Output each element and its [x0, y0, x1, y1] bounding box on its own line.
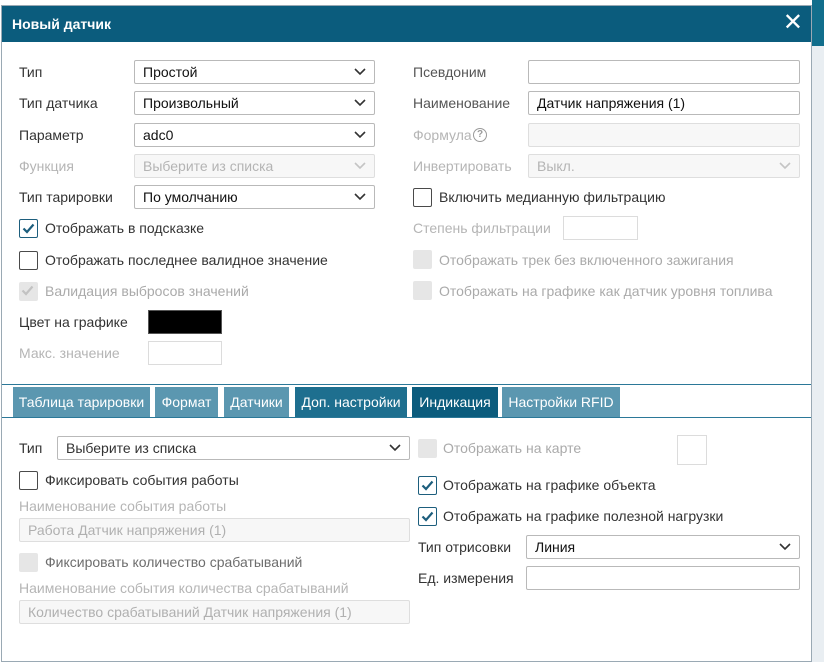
max-value-label: Макс. значение — [19, 345, 120, 361]
chevron-down-icon — [779, 162, 791, 170]
graph-color-label: Цвет на графике — [19, 314, 128, 330]
unit-input[interactable] — [526, 566, 800, 590]
tab-calibration-table[interactable]: Таблица тарировки — [13, 387, 150, 418]
trigger-event-name-value: Количество срабатываний Датчик напряжени… — [28, 604, 352, 620]
sensor-type-value: Произвольный — [143, 95, 239, 111]
name-label: Наименование — [413, 95, 511, 111]
fix-work-events-checkbox[interactable] — [19, 471, 38, 490]
type-value: Простой — [143, 64, 198, 80]
name-value: Датчик напряжения (1) — [537, 95, 686, 111]
checkmark-icon — [421, 511, 434, 522]
alias-label: Псевдоним — [413, 64, 487, 80]
calibration-type-value: По умолчанию — [143, 189, 238, 205]
show-on-payload-graph-checkbox[interactable] — [418, 507, 437, 526]
name-input[interactable]: Датчик напряжения (1) — [528, 91, 800, 115]
median-filter-checkbox[interactable] — [413, 188, 432, 207]
background-panel — [812, 0, 824, 662]
panel-type-select[interactable]: Выберите из списка — [57, 436, 410, 460]
sensor-type-label: Тип датчика — [19, 95, 98, 111]
alias-input[interactable] — [528, 60, 800, 84]
panel-type-label: Тип — [19, 440, 43, 456]
show-in-tooltip-label: Отображать в подсказке — [45, 220, 205, 236]
show-in-tooltip-checkbox[interactable] — [19, 219, 38, 238]
function-label: Функция — [19, 158, 74, 174]
draw-type-select[interactable]: Линия — [526, 535, 800, 559]
parameter-value: adc0 — [143, 127, 174, 143]
sensor-type-select[interactable]: Произвольный — [134, 91, 375, 115]
fuel-graph-checkbox[interactable] — [413, 281, 432, 300]
show-on-map-checkbox[interactable] — [418, 439, 437, 458]
question-icon[interactable]: ? — [473, 128, 487, 142]
type-label: Тип — [19, 64, 43, 80]
max-value-input[interactable] — [148, 341, 222, 365]
calibration-type-label: Тип тарировки — [19, 189, 113, 205]
work-event-name-label: Наименование события работы — [19, 498, 227, 514]
show-on-object-graph-label: Отображать на графике объекта — [443, 477, 656, 493]
type-select[interactable]: Простой — [134, 60, 375, 84]
chevron-down-icon — [389, 444, 401, 452]
trigger-event-name-input[interactable]: Количество срабатываний Датчик напряжени… — [19, 600, 410, 624]
formula-label: Формула — [413, 127, 472, 143]
tab-extra-settings[interactable]: Доп. настройки — [295, 387, 407, 418]
draw-type-value: Линия — [535, 539, 576, 555]
tab-indication[interactable]: Индикация — [412, 387, 498, 418]
chevron-down-icon — [779, 543, 791, 551]
invert-value: Выкл. — [537, 158, 575, 174]
calibration-type-select[interactable]: По умолчанию — [134, 185, 375, 209]
function-select[interactable]: Выберите из списка — [134, 154, 375, 178]
draw-type-label: Тип отрисовки — [418, 539, 512, 555]
panel-type-value: Выберите из списка — [66, 440, 197, 456]
dialog-title: Новый датчик — [12, 16, 111, 32]
filter-degree-input[interactable] — [563, 216, 638, 240]
work-event-name-value: Работа Датчик напряжения (1) — [28, 522, 227, 538]
background-header — [812, 0, 824, 46]
tab-rfid-settings[interactable]: Настройки RFID — [502, 387, 620, 418]
tabs-top-border — [2, 384, 811, 385]
tabs-bottom-border — [2, 417, 811, 418]
fix-trigger-count-label: Фиксировать количество срабатываний — [45, 554, 303, 570]
fix-work-events-label: Фиксировать события работы — [45, 472, 239, 488]
checkmark-icon — [421, 480, 434, 491]
parameter-label: Параметр — [19, 127, 84, 143]
parameter-select[interactable]: adc0 — [134, 123, 375, 147]
fuel-graph-label: Отображать на графике как датчик уровня … — [439, 283, 773, 299]
chevron-down-icon — [354, 162, 366, 170]
work-event-name-input[interactable]: Работа Датчик напряжения (1) — [19, 518, 410, 542]
trigger-event-name-label: Наименование события количества срабатыв… — [19, 580, 349, 596]
chevron-down-icon — [354, 193, 366, 201]
show-on-object-graph-checkbox[interactable] — [418, 476, 437, 495]
filter-degree-label: Степень фильтрации — [413, 220, 551, 236]
close-icon[interactable]: ✕ — [783, 10, 803, 36]
tab-sensors[interactable]: Датчики — [224, 387, 289, 418]
invert-label: Инвертировать — [413, 158, 512, 174]
unit-label: Ед. измерения — [418, 570, 514, 586]
track-no-ignition-label: Отображать трек без включенного зажигани… — [439, 252, 734, 268]
invert-select[interactable]: Выкл. — [528, 154, 800, 178]
graph-color-swatch[interactable] — [148, 310, 222, 334]
new-sensor-dialog: Новый датчик ✕ Тип Простой Тип датчика П… — [1, 5, 812, 662]
tab-format[interactable]: Формат — [155, 387, 218, 418]
dialog-titlebar: Новый датчик ✕ — [2, 6, 811, 42]
chevron-down-icon — [354, 131, 366, 139]
outlier-validation-label: Валидация выбросов значений — [45, 283, 249, 299]
chevron-down-icon — [354, 99, 366, 107]
outlier-validation-checkbox[interactable] — [19, 282, 38, 301]
chevron-down-icon — [354, 68, 366, 76]
track-no-ignition-checkbox[interactable] — [413, 250, 432, 269]
show-on-payload-graph-label: Отображать на графике полезной нагрузки — [443, 508, 724, 524]
function-value: Выберите из списка — [143, 158, 274, 174]
show-last-valid-label: Отображать последнее валидное значение — [45, 252, 328, 268]
checkmark-icon — [22, 223, 35, 234]
formula-input[interactable] — [528, 123, 800, 147]
median-filter-label: Включить медианную фильтрацию — [439, 189, 666, 205]
fix-trigger-count-checkbox[interactable] — [19, 553, 38, 572]
show-on-map-label: Отображать на карте — [443, 440, 582, 456]
map-icon-picker[interactable] — [677, 435, 707, 465]
checkmark-icon — [21, 285, 34, 296]
show-last-valid-checkbox[interactable] — [19, 251, 38, 270]
